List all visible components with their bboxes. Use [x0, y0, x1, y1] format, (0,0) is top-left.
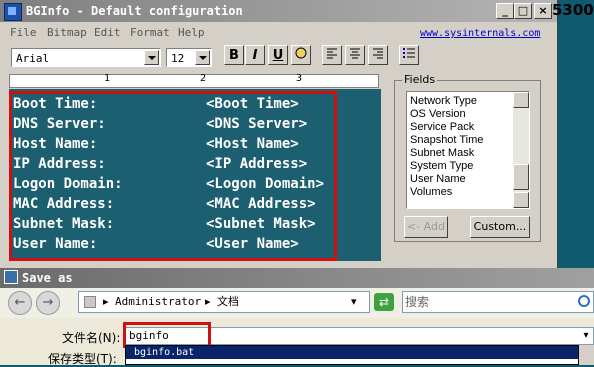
ruler-number: 1	[104, 73, 111, 84]
save-dialog-title: Save as	[22, 271, 73, 285]
search-input[interactable]: 搜索	[402, 291, 594, 313]
field-item[interactable]: Snapshot Time	[410, 134, 483, 147]
breadcrumb-separator: ▸	[205, 295, 211, 308]
search-icon[interactable]	[578, 295, 590, 307]
row-value: <Boot Time>	[206, 96, 299, 112]
fields-label: Fields	[402, 73, 438, 86]
add-button[interactable]: <- Add	[404, 216, 448, 238]
scroll-down-button[interactable]	[513, 192, 529, 208]
filename-label: 文件名(N):	[62, 331, 121, 345]
row-label: IP Address:	[13, 156, 106, 172]
ruler-number: 3	[296, 73, 303, 84]
text-color-button[interactable]	[291, 45, 311, 65]
ruler: 1 2 3	[9, 73, 379, 88]
row-label: Boot Time:	[13, 96, 98, 112]
row-label: DNS Server:	[13, 116, 106, 132]
custom-button[interactable]: Custom...	[470, 216, 530, 238]
ruler-number: 2	[200, 73, 207, 84]
align-center-icon	[350, 48, 360, 59]
align-center-button[interactable]	[345, 45, 365, 65]
back-button[interactable]: ←	[8, 291, 32, 315]
field-item[interactable]: User Name	[410, 173, 466, 186]
scroll-thumb[interactable]	[513, 164, 529, 190]
save-dialog-icon	[4, 270, 18, 284]
fields-list[interactable]: Network Type OS Version Service Pack Sna…	[406, 91, 530, 209]
autocomplete-item[interactable]: bginfo.bat	[126, 346, 578, 359]
font-size-value: 12	[171, 52, 185, 65]
arrow-left-icon: ←	[14, 295, 26, 310]
row-label: Host Name:	[13, 136, 98, 152]
row-value: <MAC Address>	[206, 196, 316, 212]
forward-button[interactable]: →	[36, 291, 60, 315]
field-item[interactable]: OS Version	[410, 108, 466, 121]
minimize-button[interactable]: _	[496, 3, 514, 19]
font-name-select[interactable]: Arial	[11, 48, 161, 67]
field-item[interactable]: Service Pack	[410, 121, 474, 134]
paint-icon	[295, 47, 307, 59]
bginfo-title: BGInfo - Default configuration	[26, 4, 243, 18]
field-item[interactable]: Subnet Mask	[410, 147, 474, 160]
folder-icon	[84, 296, 96, 308]
row-label: User Name:	[13, 236, 98, 252]
row-value: <Host Name>	[206, 136, 299, 152]
desktop-corner-text: 5300	[552, 1, 594, 19]
underline-button[interactable]: U	[268, 45, 288, 65]
menu-format[interactable]: Format	[130, 26, 170, 39]
field-item[interactable]: Volumes	[410, 186, 452, 199]
fields-scrollbar[interactable]	[513, 92, 529, 208]
breadcrumb-documents[interactable]: 文档	[217, 292, 239, 312]
italic-button[interactable]: I	[245, 45, 265, 65]
row-label: Subnet Mask:	[13, 216, 115, 232]
align-right-icon	[373, 48, 383, 59]
align-left-icon	[327, 48, 337, 59]
align-right-button[interactable]	[368, 45, 388, 65]
maximize-button[interactable]: □	[514, 3, 532, 19]
breadcrumb-administrator[interactable]: Administrator	[115, 292, 201, 312]
bold-button[interactable]: B	[224, 45, 244, 65]
chevron-down-icon[interactable]: ▾	[351, 292, 357, 312]
field-item[interactable]: Network Type	[410, 95, 477, 108]
sysinternals-link[interactable]: www.sysinternals.com	[420, 28, 540, 39]
chevron-down-icon[interactable]: ▾	[579, 328, 593, 344]
align-left-button[interactable]	[322, 45, 342, 65]
scroll-up-button[interactable]	[513, 92, 529, 108]
arrow-right-icon: →	[42, 295, 54, 310]
menu-edit[interactable]: Edit	[94, 26, 121, 39]
menu-help[interactable]: Help	[178, 26, 205, 39]
breadcrumb-separator: ▸	[103, 295, 109, 308]
row-value: <Logon Domain>	[206, 176, 325, 192]
row-label: MAC Address:	[13, 196, 115, 212]
bullets-button[interactable]	[399, 45, 419, 65]
chevron-down-icon	[195, 50, 210, 65]
font-size-select[interactable]: 12	[166, 48, 212, 67]
close-button[interactable]: ×	[534, 3, 552, 19]
row-value: <User Name>	[206, 236, 299, 252]
row-value: <Subnet Mask>	[206, 216, 316, 232]
row-value: <DNS Server>	[206, 116, 308, 132]
bginfo-app-icon	[4, 3, 22, 21]
filetype-label: 保存类型(T):	[48, 352, 117, 366]
field-item[interactable]: System Type	[410, 160, 473, 173]
menu-bitmap[interactable]: Bitmap	[47, 26, 87, 39]
menu-file[interactable]: File	[10, 26, 37, 39]
row-value: <IP Address>	[206, 156, 308, 172]
address-bar[interactable]: ▸ Administrator ▸ 文档 ▾	[78, 291, 370, 313]
font-name-value: Arial	[16, 52, 50, 65]
bullet-list-icon	[403, 48, 415, 58]
chevron-down-icon	[144, 50, 159, 65]
refresh-icon[interactable]: ⇄	[374, 293, 394, 311]
save-titlebar[interactable]	[0, 268, 594, 288]
row-label: Logon Domain:	[13, 176, 123, 192]
dropdown-scrollbar[interactable]	[579, 345, 594, 365]
